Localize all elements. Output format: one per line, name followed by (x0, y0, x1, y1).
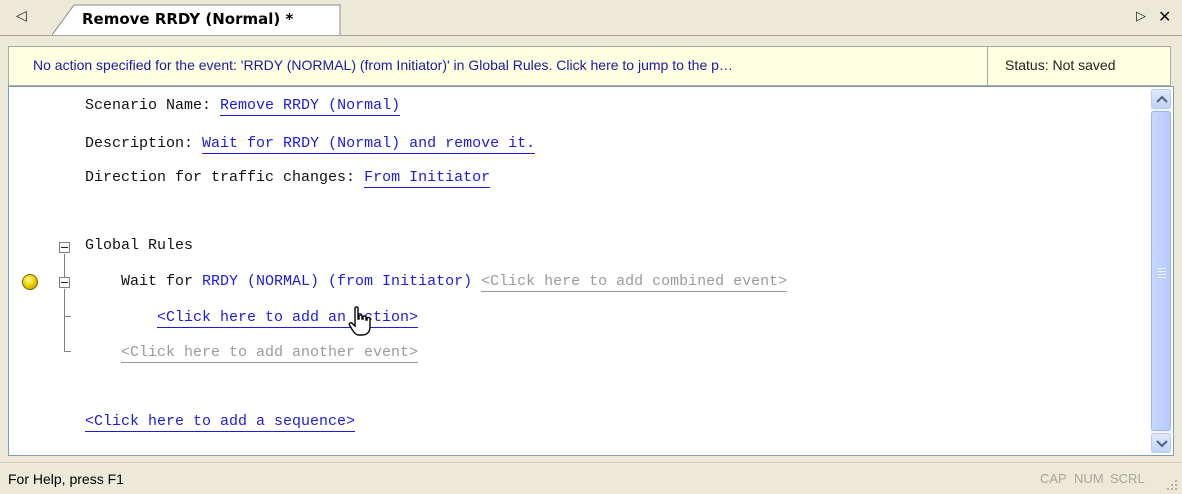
global-rules-heading: Global Rules (85, 237, 193, 254)
add-sequence-line: <Click here to add a sequence> (85, 413, 356, 432)
save-status: Status: Not saved (1005, 57, 1116, 73)
close-icon[interactable]: ✕ (1158, 7, 1171, 26)
description-line: Description: Wait for RRDY (Normal) and … (85, 135, 536, 154)
tree-connector-branch (64, 316, 71, 317)
global-rules-collapse-toggle[interactable] (59, 242, 70, 253)
add-combined-event-link[interactable]: <Click here to add combined event> (481, 273, 788, 292)
tree-connector-end (64, 351, 71, 352)
add-another-event-line: <Click here to add another event> (121, 344, 419, 363)
direction-link[interactable]: From Initiator (364, 169, 491, 188)
document-tab-strip: ◁ Remove RRDY (Normal) * ▷ ✕ (0, 0, 1182, 36)
wait-for-event-line: Wait for RRDY (NORMAL) (from Initiator) … (121, 273, 788, 292)
info-bar: No action specified for the event: 'RRDY… (8, 46, 1171, 86)
scenario-name-line: Scenario Name: Remove RRDY (Normal) (85, 97, 401, 116)
tree-connector (64, 254, 65, 277)
add-action-line: <Click here to add an action> (157, 309, 419, 328)
resize-grip-icon[interactable] (1166, 479, 1178, 491)
event-link[interactable]: RRDY (NORMAL) (from Initiator) (202, 273, 472, 290)
scenario-editor[interactable]: Scenario Name: Remove RRDY (Normal) Desc… (8, 86, 1174, 456)
status-bar: For Help, press F1 CAP NUM SCRL (0, 462, 1182, 494)
hand-cursor-icon (348, 306, 371, 336)
global-rules-label: Global Rules (85, 237, 194, 254)
scroll-down-button[interactable] (1151, 433, 1171, 453)
triangle-right-icon[interactable]: ▷ (1136, 9, 1146, 24)
chevron-down-icon (1156, 440, 1168, 448)
tree-connector-vertical (64, 289, 65, 351)
description-label: Description: (85, 135, 194, 152)
event-collapse-toggle[interactable] (59, 277, 70, 288)
info-bar-message[interactable]: No action specified for the event: 'RRDY… (33, 57, 733, 73)
info-bar-divider (987, 47, 988, 85)
tab-remove-rrdy[interactable]: Remove RRDY (Normal) * (52, 4, 342, 36)
caps-lock-indicator: CAP (1040, 471, 1067, 486)
add-action-link[interactable]: <Click here to add an action> (157, 309, 419, 328)
triangle-left-icon[interactable]: ◁ (16, 8, 27, 24)
breakpoint-icon[interactable] (22, 274, 38, 290)
add-sequence-link[interactable]: <Click here to add a sequence> (85, 413, 356, 432)
wait-for-label: Wait for (121, 273, 194, 290)
scenario-name-label: Scenario Name: (85, 97, 212, 114)
direction-line: Direction for traffic changes: From Init… (85, 169, 491, 188)
scroll-lock-indicator: SCRL (1110, 471, 1145, 486)
help-text: For Help, press F1 (8, 471, 124, 487)
direction-label: Direction for traffic changes: (85, 169, 356, 186)
scenario-name-link[interactable]: Remove RRDY (Normal) (220, 97, 401, 116)
num-lock-indicator: NUM (1074, 471, 1104, 486)
scroll-thumb[interactable] (1151, 111, 1171, 431)
description-link[interactable]: Wait for RRDY (Normal) and remove it. (202, 135, 536, 154)
add-another-event-link[interactable]: <Click here to add another event> (121, 344, 419, 363)
vertical-scrollbar[interactable] (1151, 89, 1171, 453)
chevron-up-icon (1156, 95, 1168, 103)
tab-label: Remove RRDY (Normal) * (82, 10, 294, 28)
scroll-thumb-grip (1158, 266, 1166, 280)
scroll-up-button[interactable] (1151, 89, 1171, 109)
